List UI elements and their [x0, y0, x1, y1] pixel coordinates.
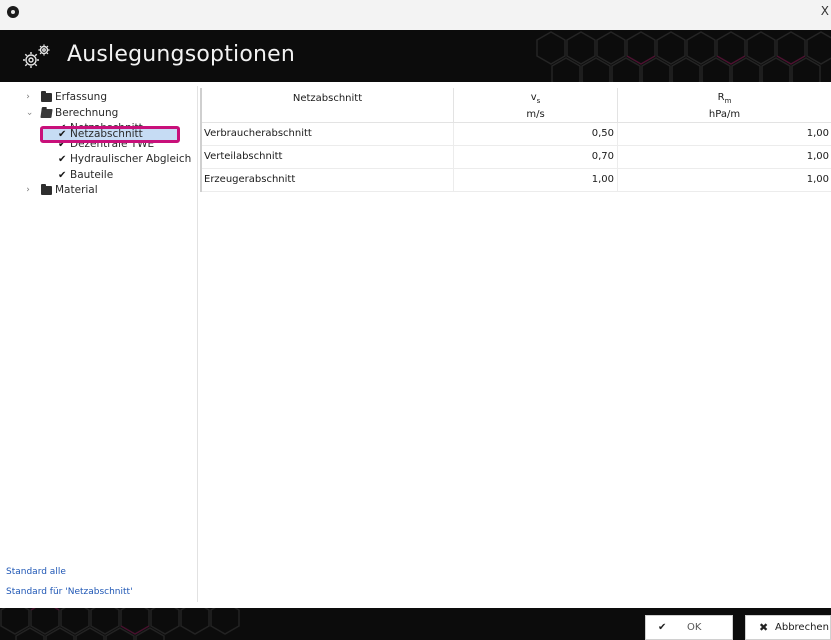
- folder-open-icon: [40, 108, 53, 118]
- selected-item-overlay: ✔ Netzabschnitt: [8, 127, 198, 143]
- check-icon: ✔: [58, 169, 67, 181]
- tree-item-berechnung[interactable]: › Berechnung: [8, 106, 198, 122]
- cell-netzabschnitt: Verbraucherabschnitt: [202, 123, 454, 145]
- check-icon: ✔: [58, 154, 67, 165]
- app-icon: [7, 6, 19, 18]
- ok-button[interactable]: ✔ OK: [645, 615, 733, 640]
- column-header-vs[interactable]: vs m/s: [454, 88, 618, 122]
- chevron-right-icon[interactable]: ›: [23, 90, 33, 106]
- tree-item-erfassung[interactable]: › Erfassung: [8, 90, 198, 106]
- check-icon: ✔: [658, 622, 667, 633]
- tree-item-bauteile[interactable]: ✔ Bauteile: [8, 168, 198, 184]
- folder-icon: [41, 91, 52, 102]
- column-header-rm[interactable]: Rm hPa/m: [618, 88, 831, 122]
- table-header: Netzabschnitt vs m/s Rm hPa/m: [202, 88, 831, 123]
- chevron-down-icon[interactable]: ›: [20, 108, 36, 118]
- reset-links: Standard alle Standard für 'Netzabschnit…: [6, 565, 133, 605]
- close-button[interactable]: X: [821, 4, 829, 18]
- cell-vs[interactable]: 1,00: [454, 169, 618, 191]
- check-icon: ✔: [58, 129, 67, 140]
- hexagon-pattern: [0, 608, 240, 640]
- cell-vs[interactable]: 0,50: [454, 123, 618, 145]
- folder-icon: [41, 184, 52, 195]
- hexagon-pattern: [536, 31, 831, 82]
- cell-netzabschnitt: Erzeugerabschnitt: [202, 169, 454, 191]
- column-header-netzabschnitt[interactable]: Netzabschnitt: [202, 88, 454, 122]
- cell-rm[interactable]: 1,00: [618, 123, 831, 145]
- tree-item-material[interactable]: › Material: [8, 183, 198, 199]
- cancel-button[interactable]: ✖ Abbrechen: [745, 615, 831, 640]
- table-row[interactable]: Verteilabschnitt 0,70 1,00: [202, 146, 831, 169]
- tree-item-hydraulischer-abgleich[interactable]: ✔ Hydraulischer Abgleich: [8, 152, 198, 168]
- page-title: Auslegungsoptionen: [67, 42, 296, 67]
- gear-icon: [20, 42, 54, 72]
- standard-all-link[interactable]: Standard alle: [6, 565, 133, 585]
- dialog-header: Auslegungsoptionen: [0, 30, 831, 82]
- panel-divider: [197, 86, 198, 602]
- tree-item-netzabschnitt-selected[interactable]: ✔ Netzabschnitt: [8, 127, 198, 143]
- table-row[interactable]: Erzeugerabschnitt 1,00 1,00: [202, 169, 831, 192]
- close-icon: ✖: [759, 621, 769, 634]
- cell-rm[interactable]: 1,00: [618, 146, 831, 168]
- options-tree: › Erfassung › Berechnung ✔Netzabschnitt …: [8, 90, 198, 199]
- cell-rm[interactable]: 1,00: [618, 169, 831, 191]
- netzabschnitt-table: Netzabschnitt vs m/s Rm hPa/m Verbrauche…: [200, 88, 831, 192]
- chevron-right-icon[interactable]: ›: [23, 183, 33, 199]
- cell-netzabschnitt: Verteilabschnitt: [202, 146, 454, 168]
- title-bar: X: [0, 0, 831, 30]
- standard-current-link[interactable]: Standard für 'Netzabschnitt': [6, 585, 133, 605]
- table-row[interactable]: Verbraucherabschnitt 0,50 1,00: [202, 123, 831, 146]
- cell-vs[interactable]: 0,70: [454, 146, 618, 168]
